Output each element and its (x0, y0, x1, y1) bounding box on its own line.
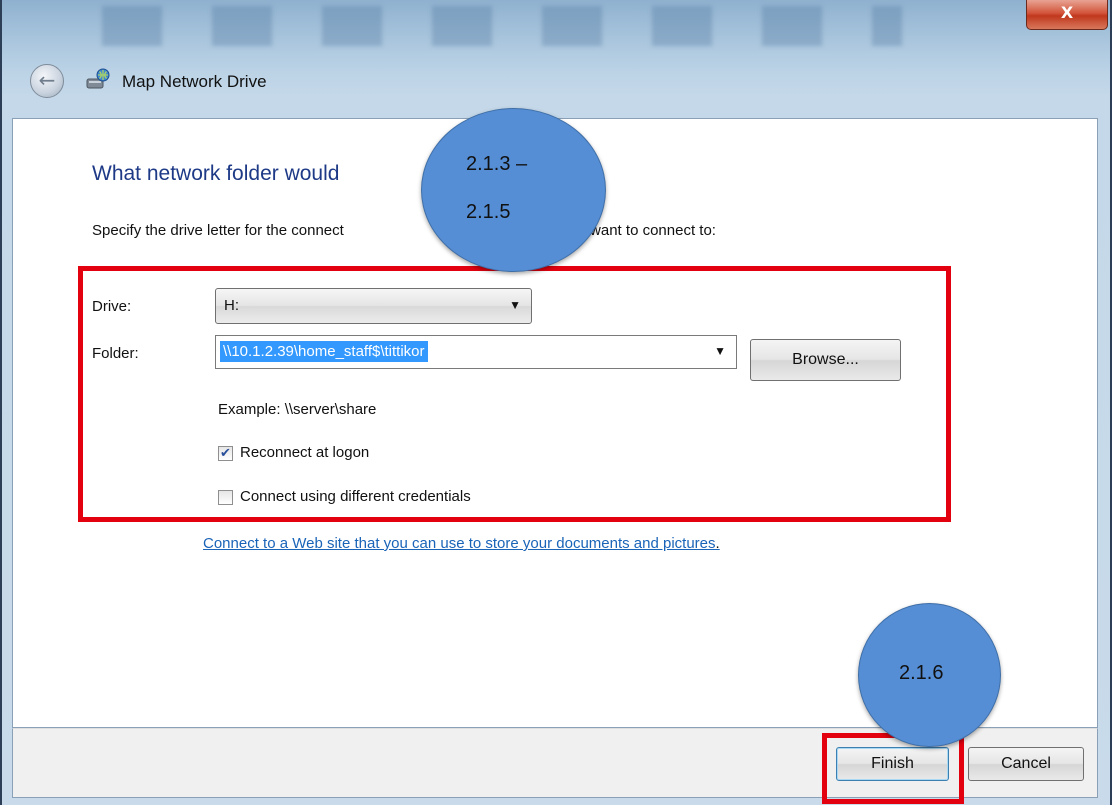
window-title: Map Network Drive (122, 72, 267, 91)
form-highlight-box (78, 266, 951, 522)
back-arrow-icon: ← (38, 68, 56, 92)
callout-step-2-1-6: 2.1.6 (858, 603, 1001, 747)
network-drive-icon (84, 67, 110, 93)
page-heading: What network folder would o? (92, 162, 548, 185)
callout-step-2-1-3: 2.1.3 – 2.1.5 (421, 108, 606, 272)
cancel-button[interactable]: Cancel (968, 747, 1084, 781)
background-taskbar-blur (102, 6, 902, 46)
close-icon: X (1060, 3, 1074, 22)
instruction-text: Specify the drive letter for the connect… (92, 222, 716, 239)
close-button[interactable]: X (1026, 0, 1108, 30)
web-site-link[interactable]: Connect to a Web site that you can use t… (203, 535, 720, 552)
back-button[interactable]: ← (30, 64, 64, 98)
